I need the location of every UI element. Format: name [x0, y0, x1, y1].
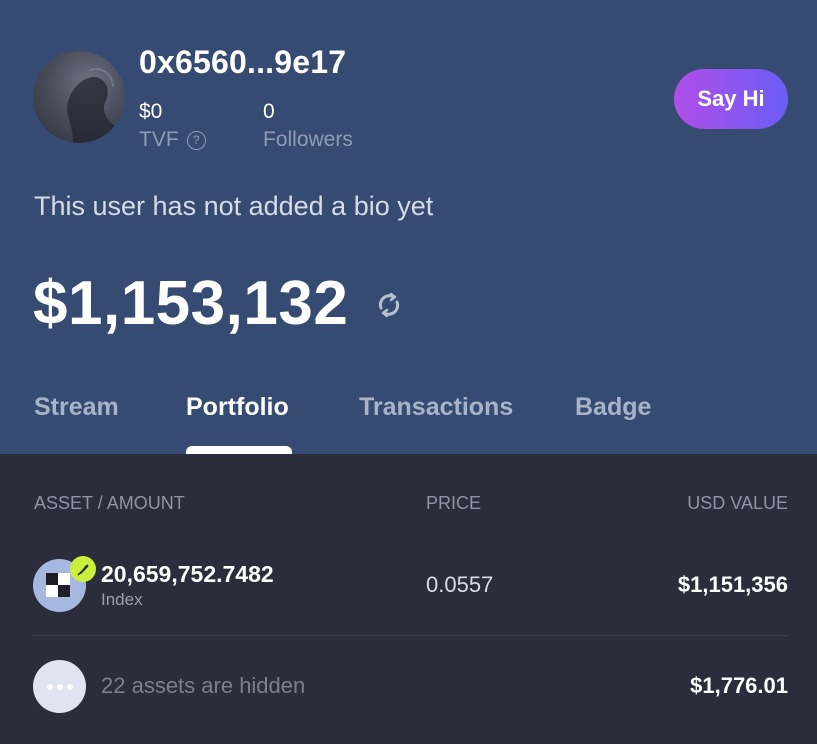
followers-value: 0 [263, 100, 275, 123]
asset-price: 0.0557 [426, 572, 494, 597]
tab-portfolio[interactable]: Portfolio [186, 393, 289, 422]
tab-stream[interactable]: Stream [34, 393, 119, 422]
header-asset-amount: ASSET / AMOUNT [34, 493, 185, 513]
active-tab-indicator [186, 446, 292, 454]
more-dots-icon[interactable] [33, 660, 86, 713]
header-price: PRICE [426, 493, 482, 513]
say-hi-button[interactable]: Say Hi [674, 69, 788, 129]
hidden-assets-text[interactable]: 22 assets are hidden [101, 673, 305, 699]
asset-name: Index [101, 590, 143, 609]
profile-header: 0x6560...9e17 $0 TVF ? 0 Followers Say H… [0, 0, 817, 454]
followers-label[interactable]: Followers [263, 128, 353, 152]
refresh-icon[interactable] [373, 289, 405, 321]
tab-transactions[interactable]: Transactions [359, 393, 513, 422]
avatar[interactable] [33, 51, 125, 143]
total-balance: $1,153,132 [33, 269, 349, 338]
row-divider [33, 635, 788, 636]
asset-usd-value: $1,151,356 [677, 572, 788, 597]
header-usd-value: USD VALUE [687, 493, 788, 513]
asset-amount: 20,659,752.7482 [101, 561, 274, 587]
feather-badge-icon [70, 556, 96, 582]
bio-text: This user has not added a bio yet [34, 191, 434, 221]
tvf-label-group: TVF ? [139, 128, 206, 152]
hidden-assets-usd-value: $1,776.01 [690, 673, 788, 698]
username: 0x6560...9e17 [139, 44, 347, 80]
avatar-image [67, 68, 125, 143]
tab-badge[interactable]: Badge [575, 393, 651, 422]
tvf-value: $0 [139, 100, 163, 123]
tvf-label: TVF [139, 128, 179, 151]
help-icon[interactable]: ? [186, 130, 206, 150]
